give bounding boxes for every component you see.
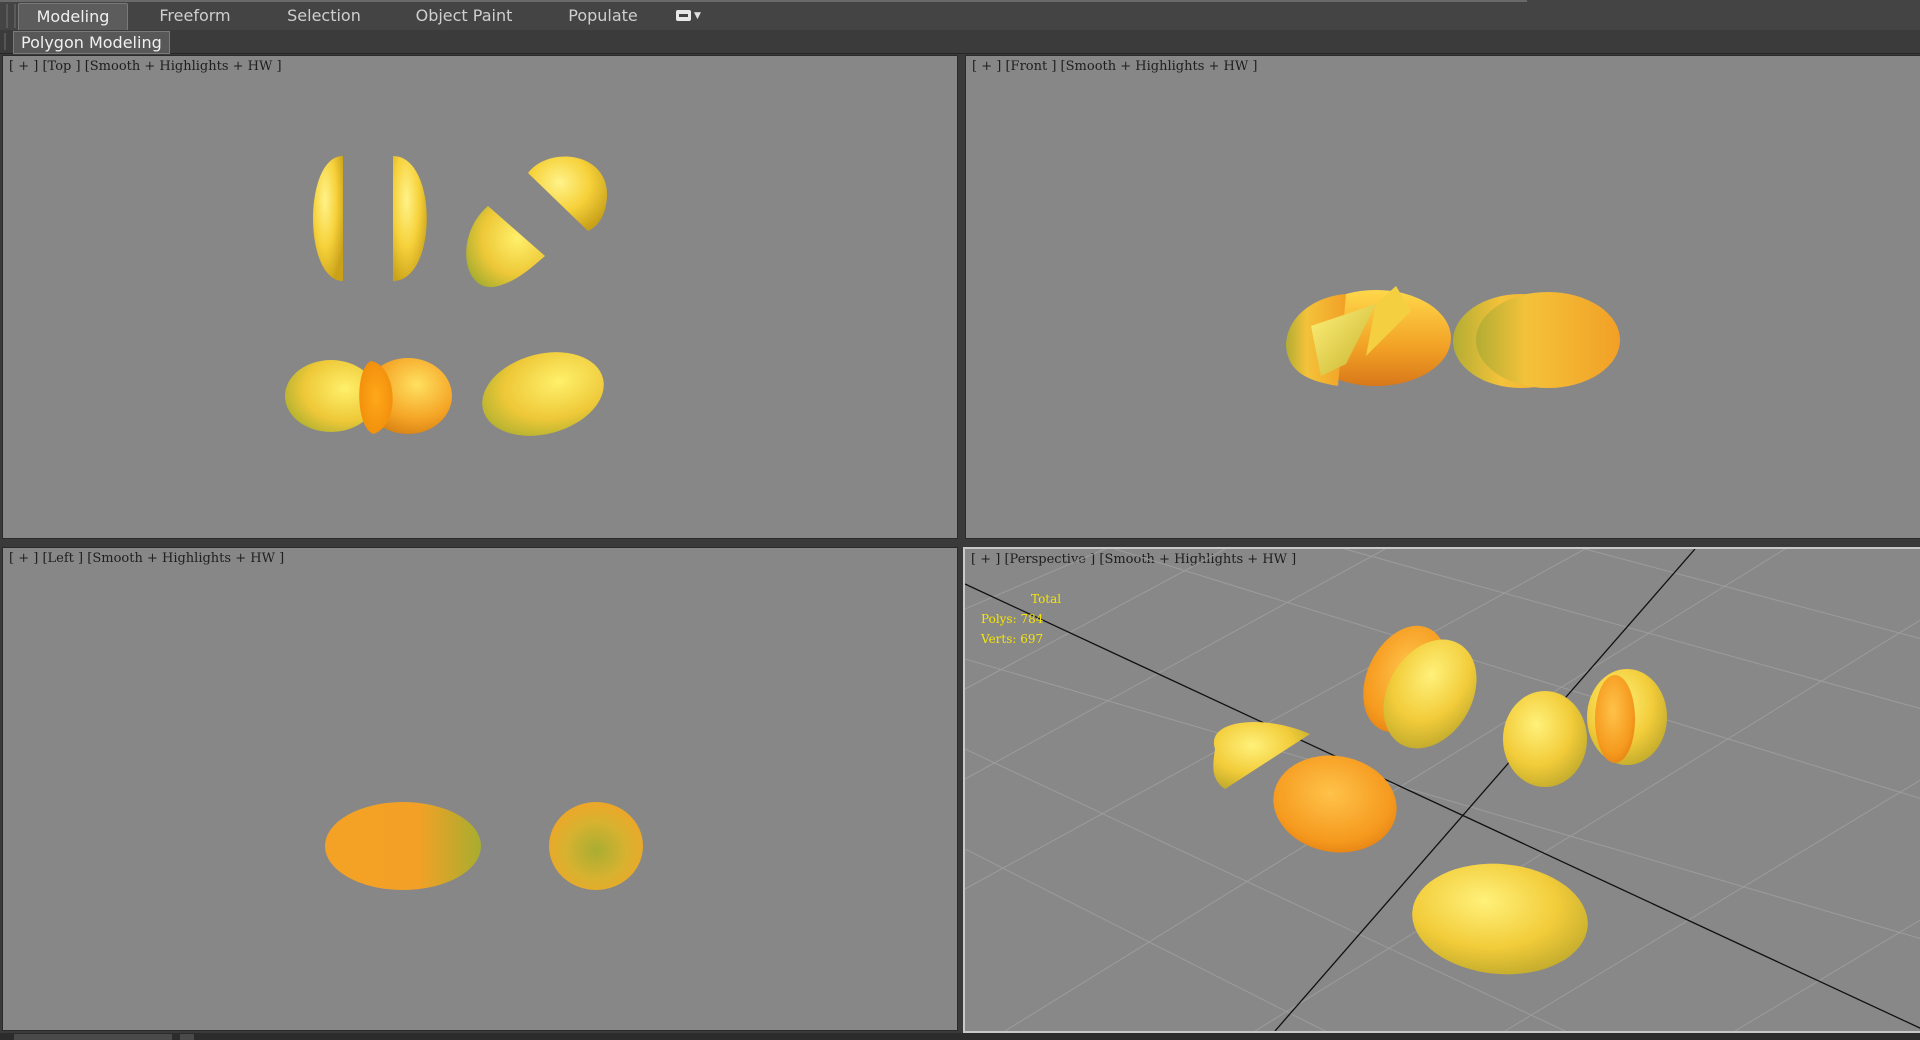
- ribbon-grip-handle[interactable]: [6, 4, 16, 28]
- stats-verts: Verts: 697: [981, 632, 1044, 646]
- time-slider-strip: [0, 1033, 1920, 1040]
- mango-persp-cut: [1595, 675, 1635, 763]
- tab-selection[interactable]: Selection: [268, 3, 380, 29]
- ground-grid: [965, 549, 1920, 1031]
- mango-persp-open: [1273, 755, 1397, 853]
- scene-statistics: Total Polys: 784 Verts: 697: [981, 589, 1061, 649]
- front-view-scene: [1286, 286, 1620, 388]
- tab-object-paint[interactable]: Object Paint: [405, 3, 523, 29]
- panel-grip-handle[interactable]: [4, 33, 10, 50]
- ribbon-top-line: [0, 0, 1527, 2]
- left-view-scene: [325, 802, 643, 890]
- ribbon-tab-bar: Modeling Freeform Selection Object Paint…: [0, 0, 1920, 31]
- mango-side: [325, 802, 481, 890]
- perspective-view-scene: [965, 549, 1920, 1031]
- tab-populate[interactable]: Populate: [550, 3, 656, 29]
- mango-quarter-upper: [528, 156, 608, 231]
- mango-front-front: [1476, 292, 1620, 388]
- ribbon-display-icon: [676, 10, 691, 21]
- time-slider[interactable]: [14, 1034, 172, 1040]
- mango-persp-whole: [1412, 863, 1588, 975]
- viewport-front[interactable]: [ + ] [Front ] [Smooth + Highlights + HW…: [965, 55, 1920, 539]
- tab-freeform[interactable]: Freeform: [140, 3, 250, 29]
- top-view-scene: [285, 156, 608, 436]
- mango-whole: [482, 352, 604, 436]
- ribbon-panel-bar: Polygon Modeling: [0, 30, 1920, 54]
- stats-total-label: Total: [1031, 592, 1062, 606]
- ribbon-options-dropdown[interactable]: ▼: [672, 9, 706, 23]
- stats-polys: Polys: 784: [981, 612, 1044, 626]
- mango-persp-quarter-a: [1503, 691, 1587, 787]
- tab-modeling[interactable]: Modeling: [18, 3, 128, 30]
- polygon-modeling-panel-button[interactable]: Polygon Modeling: [13, 31, 170, 54]
- mango-half-left: [313, 156, 343, 281]
- viewport-perspective[interactable]: [ + ] [Perspective ] [Smooth + Highlight…: [963, 547, 1920, 1033]
- chevron-down-icon: ▼: [694, 11, 701, 21]
- mango-end-on: [549, 802, 643, 890]
- mango-quarter-lower: [466, 206, 545, 288]
- mango-half-right: [393, 156, 427, 281]
- time-slider-next-button[interactable]: [180, 1034, 194, 1040]
- viewport-left[interactable]: [ + ] [Left ] [Smooth + Highlights + HW …: [2, 547, 958, 1031]
- viewport-top[interactable]: [ + ] [Top ] [Smooth + Highlights + HW ]: [2, 55, 958, 539]
